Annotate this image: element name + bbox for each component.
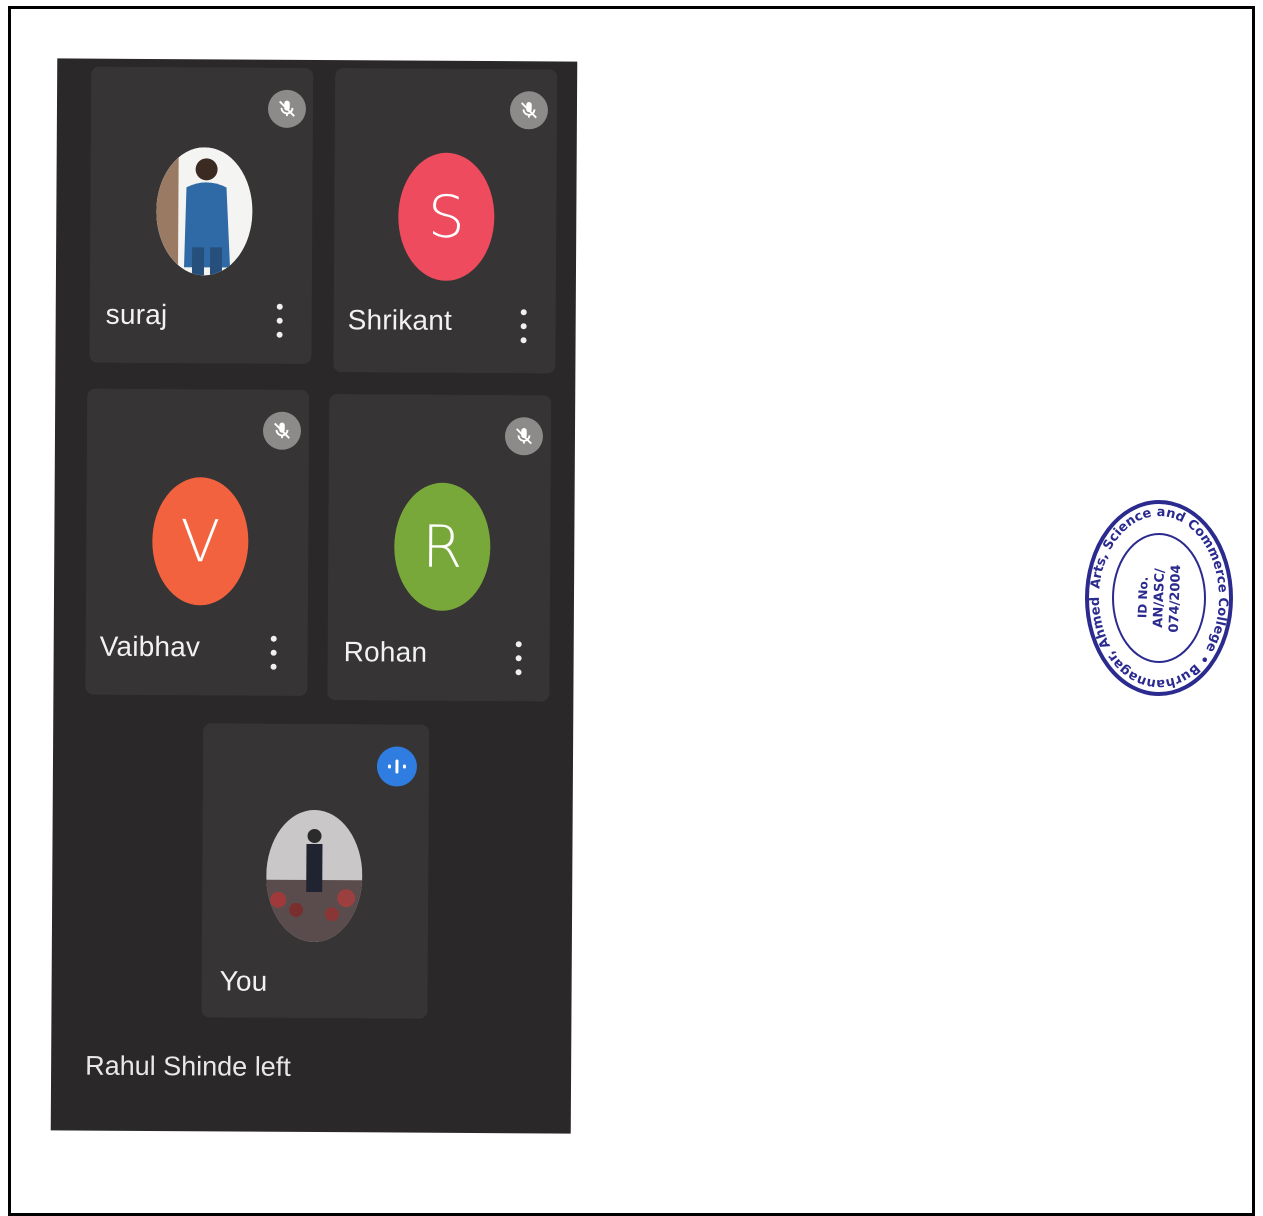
avatar-initial-vaibhav: V <box>151 477 249 606</box>
mic-off-icon <box>509 91 549 130</box>
svg-text:AN/ASC/: AN/ASC/ <box>1151 568 1168 628</box>
more-vert-icon[interactable] <box>519 309 529 344</box>
participant-tile-shrikant[interactable]: S Shrikant <box>333 68 558 374</box>
mic-off-icon <box>504 417 544 456</box>
participant-name: Rohan <box>343 636 428 668</box>
mic-off-icon <box>262 411 302 450</box>
college-seal-stamp: Arts, Science and Commerce College • Bur… <box>1077 487 1236 698</box>
avatar-photo-you <box>265 809 363 943</box>
self-name: You <box>219 965 268 997</box>
participant-left-toast: Rahul Shinde left <box>85 1050 291 1082</box>
mic-off-icon <box>267 89 307 128</box>
avatar-initial-shrikant: S <box>397 152 495 282</box>
more-vert-icon[interactable] <box>275 303 285 338</box>
more-vert-icon[interactable] <box>514 641 524 676</box>
more-vert-icon[interactable] <box>269 635 279 670</box>
participant-name: suraj <box>105 298 168 331</box>
participant-tile-suraj[interactable]: suraj <box>89 66 314 364</box>
participant-tile-rohan[interactable]: R Rohan <box>327 394 552 702</box>
avatar-initial-rohan: R <box>393 482 491 612</box>
self-tile[interactable]: You <box>201 723 430 1019</box>
participant-tile-vaibhav[interactable]: V Vaibhav <box>85 388 310 696</box>
participant-name: Vaibhav <box>99 630 201 663</box>
video-call-screen: suraj S Shrikant V Vaibhav R Rohan You R… <box>50 58 578 1134</box>
svg-text:074/2004: 074/2004 <box>1167 564 1184 633</box>
audio-level-icon <box>376 746 418 787</box>
svg-text:ID No.: ID No. <box>1135 576 1150 618</box>
avatar-photo-suraj <box>155 147 253 276</box>
participant-name: Shrikant <box>347 304 453 336</box>
